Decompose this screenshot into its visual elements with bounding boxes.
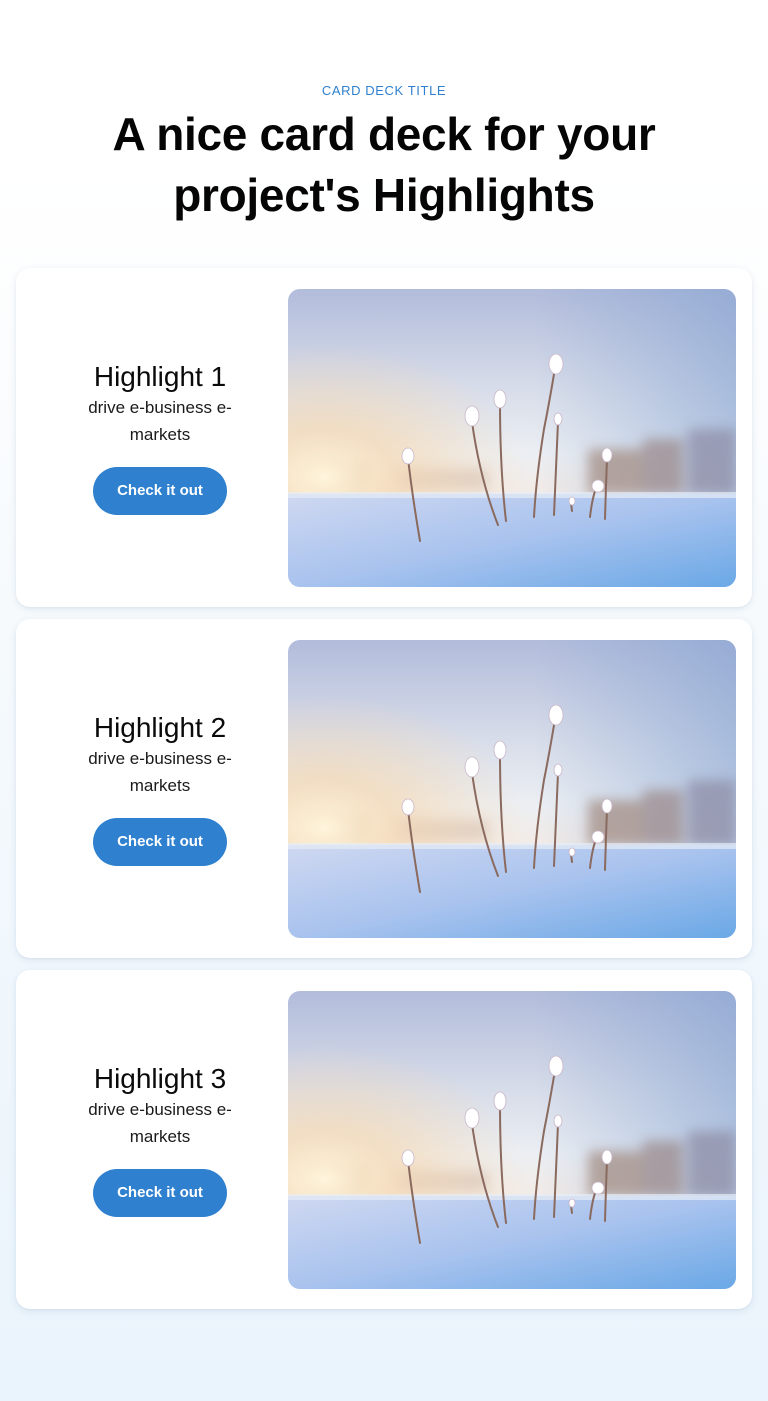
card-description: drive e-business e-markets bbox=[88, 748, 232, 795]
highlight-card-1: Highlight 1 drive e-business e-markets C… bbox=[16, 268, 752, 607]
card-title: Highlight 3 bbox=[93, 1062, 227, 1094]
card-text: Highlight 1 drive e-business e-markets C… bbox=[60, 268, 260, 607]
check-it-out-button[interactable]: Check it out bbox=[93, 817, 227, 866]
section-eyebrow: CARD DECK TITLE bbox=[321, 83, 447, 98]
card-image bbox=[288, 991, 736, 1289]
card-text: Highlight 3 drive e-business e-markets C… bbox=[60, 970, 260, 1309]
card-text: Highlight 2 drive e-business e-markets C… bbox=[60, 619, 260, 958]
card-title: Highlight 2 bbox=[93, 711, 227, 743]
check-it-out-button[interactable]: Check it out bbox=[93, 1168, 227, 1217]
check-it-out-button[interactable]: Check it out bbox=[93, 466, 227, 515]
highlight-card-2: Highlight 2 drive e-business e-markets C… bbox=[16, 619, 752, 958]
card-description: drive e-business e-markets bbox=[88, 397, 232, 444]
page-title: A nice card deck for your project's High… bbox=[112, 108, 656, 221]
card-image bbox=[288, 640, 736, 938]
highlight-card-3: Highlight 3 drive e-business e-markets C… bbox=[16, 970, 752, 1309]
card-image bbox=[288, 289, 736, 587]
card-description: drive e-business e-markets bbox=[88, 1099, 232, 1146]
card-title: Highlight 1 bbox=[93, 360, 227, 392]
